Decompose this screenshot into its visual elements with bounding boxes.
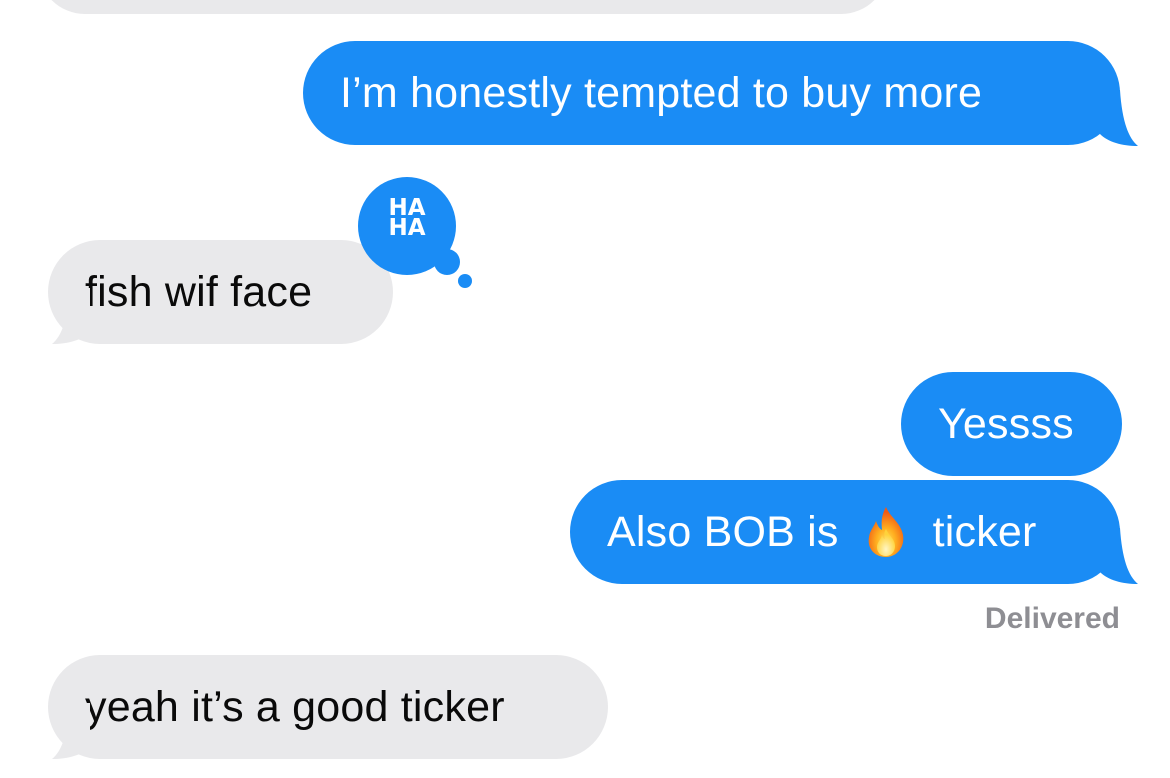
message-text: fish wif face — [85, 267, 313, 316]
message-text: yeah it’s a good ticker — [85, 682, 505, 731]
fire-emoji-icon — [861, 505, 911, 559]
message-text: I’m honestly tempted to buy more — [340, 68, 983, 117]
received-message-bubble[interactable]: yeah it’s a good ticker — [48, 655, 608, 759]
received-message-bubble[interactable]: fish wif face — [48, 240, 393, 344]
haha-icon: HA HA — [388, 195, 426, 241]
previous-message-bubble[interactable] — [38, 0, 888, 14]
message-text: Yessss — [938, 399, 1074, 448]
message-text: Also BOB is — [607, 507, 839, 556]
sent-message-bubble[interactable]: Yessss — [901, 372, 1122, 476]
delivered-status: Delivered — [984, 602, 1120, 635]
message-thread: I’m honestly tempted to buy more fish wi… — [0, 0, 1170, 778]
reaction-bubble-dot-small — [458, 274, 472, 288]
sent-message-bubble[interactable]: Also BOB is ticker — [570, 480, 1120, 584]
message-text: ticker — [932, 507, 1037, 556]
haha-reaction-badge[interactable]: HA HA — [356, 177, 476, 297]
reaction-bubble-dot — [434, 249, 460, 275]
sent-message-bubble[interactable]: I’m honestly tempted to buy more — [303, 41, 1120, 145]
